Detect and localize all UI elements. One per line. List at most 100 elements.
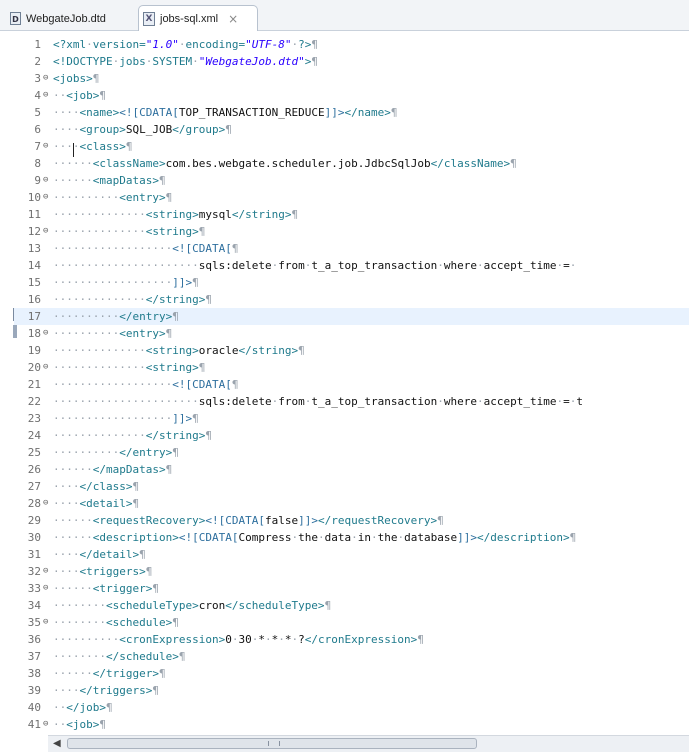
fold-toggle-icon[interactable]: ⊖ [43,325,52,342]
line-text: ······················sqls:delete·from·t… [53,395,583,408]
xml-file-icon: X [143,12,155,26]
fold-toggle-icon[interactable]: ⊖ [43,70,52,87]
code-line[interactable]: 8 ······<className>com.bes.webgate.schedu… [14,155,689,172]
code-line[interactable]: 14 ······················sqls:delete·from… [14,257,689,274]
horizontal-scrollbar[interactable]: ◀ [48,735,689,752]
line-number: 3 [34,72,41,85]
line-number: 37 [27,650,41,663]
code-area[interactable]: 1 <?xml·version="1.0"·encoding="UTF-8"·?>… [14,36,689,733]
tab-jobs-sql-xml[interactable]: X jobs-sql.xml × [138,5,258,32]
line-number: 38 [27,667,41,680]
text-cursor [73,143,74,157]
line-number: 27 [27,480,41,493]
line-text: ··················]]>¶ [53,412,199,425]
code-line[interactable]: 13 ··················<![CDATA[¶ [14,240,689,257]
code-line[interactable]: 34 ········<scheduleType>cron</scheduleTy… [14,597,689,614]
code-line[interactable]: 32 ⊖ ····<triggers>¶ [14,563,689,580]
code-line[interactable]: 3 ⊖ <jobs>¶ [14,70,689,87]
fold-toggle-icon[interactable]: ⊖ [43,716,52,733]
line-text: <jobs>¶ [53,72,100,85]
fold-toggle-icon[interactable]: ⊖ [43,359,52,376]
code-line[interactable]: 30 ······<description><![CDATA[Compress·t… [14,529,689,546]
line-text: ······<description><![CDATA[Compress·the… [53,531,577,544]
line-number: 8 [34,157,41,170]
line-number: 18 [27,327,41,340]
line-number: 36 [27,633,41,646]
line-number: 10 [27,191,41,204]
line-text: ··········<entry>¶ [53,191,173,204]
fold-toggle-icon[interactable]: ⊖ [43,614,52,631]
code-line[interactable]: 15 ··················]]>¶ [14,274,689,291]
line-text: ········<scheduleType>cron</scheduleType… [53,599,332,612]
line-number: 24 [27,429,41,442]
code-line[interactable]: 25 ··········</entry>¶ [14,444,689,461]
line-number: 13 [27,242,41,255]
line-text: ··············<string>mysql</string>¶ [53,208,299,221]
line-text: ··················<![CDATA[¶ [53,378,239,391]
code-line[interactable]: 26 ······</mapDatas>¶ [14,461,689,478]
line-number: 35 [27,616,41,629]
code-line[interactable]: 27 ····</class>¶ [14,478,689,495]
code-line[interactable]: 36 ··········<cronExpression>0·30·*·*·*·?… [14,631,689,648]
code-line[interactable]: 19 ··············<string>oracle</string>¶ [14,342,689,359]
code-line[interactable]: 31 ····</detail>¶ [14,546,689,563]
code-line[interactable]: 6 ····<group>SQL_JOB</group>¶ [14,121,689,138]
fold-toggle-icon[interactable]: ⊖ [43,563,52,580]
code-line[interactable]: 16 ··············</string>¶ [14,291,689,308]
code-line[interactable]: 17 ··········</entry>¶ [14,308,689,325]
line-number: 12 [27,225,41,238]
code-line[interactable]: 24 ··············</string>¶ [14,427,689,444]
line-text: ····<name><![CDATA[TOP_TRANSACTION_REDUC… [53,106,398,119]
code-line[interactable]: 35 ⊖ ········<schedule>¶ [14,614,689,631]
code-line[interactable]: 11 ··············<string>mysql</string>¶ [14,206,689,223]
code-line[interactable]: 4 ⊖ ··<job>¶ [14,87,689,104]
line-text: ··············<string>¶ [53,361,206,374]
line-number: 41 [27,718,41,731]
code-line[interactable]: 41 ⊖ ··<job>¶ [14,716,689,733]
code-line[interactable]: 21 ··················<![CDATA[¶ [14,376,689,393]
fold-toggle-icon[interactable]: ⊖ [43,87,52,104]
code-line[interactable]: 22 ······················sqls:delete·from… [14,393,689,410]
code-line[interactable]: 20 ⊖ ··············<string>¶ [14,359,689,376]
scroll-left-arrow-icon[interactable]: ◀ [53,738,65,750]
line-text: <!DOCTYPE·jobs·SYSTEM·"WebgateJob.dtd">¶ [53,55,318,68]
line-text: ····<triggers>¶ [53,565,153,578]
line-number: 23 [27,412,41,425]
fold-toggle-icon[interactable]: ⊖ [43,223,52,240]
code-line[interactable]: 39 ····</triggers>¶ [14,682,689,699]
code-line[interactable]: 10 ⊖ ··········<entry>¶ [14,189,689,206]
code-line[interactable]: 1 <?xml·version="1.0"·encoding="UTF-8"·?>… [14,36,689,53]
tab-webgatejob-dtd[interactable]: D WebgateJob.dtd [6,6,130,31]
line-number: 16 [27,293,41,306]
code-line[interactable]: 5 ····<name><![CDATA[TOP_TRANSACTION_REDU… [14,104,689,121]
code-line[interactable]: 7 ⊖ ····<class>¶ [14,138,689,155]
line-text: ····</class>¶ [53,480,140,493]
xml-editor[interactable]: 1 <?xml·version="1.0"·encoding="UTF-8"·?>… [0,31,689,735]
line-number: 15 [27,276,41,289]
code-line[interactable]: 28 ⊖ ····<detail>¶ [14,495,689,512]
fold-toggle-icon[interactable]: ⊖ [43,495,52,512]
code-line[interactable]: 38 ······</trigger>¶ [14,665,689,682]
fold-toggle-icon[interactable]: ⊖ [43,172,52,189]
code-line[interactable]: 12 ⊖ ··············<string>¶ [14,223,689,240]
line-text: ····<class>¶ [53,140,133,153]
fold-toggle-icon[interactable]: ⊖ [43,580,52,597]
line-text: ······<mapDatas>¶ [53,174,166,187]
code-line[interactable]: 2 <!DOCTYPE·jobs·SYSTEM·"WebgateJob.dtd">… [14,53,689,70]
fold-toggle-icon[interactable]: ⊖ [43,189,52,206]
code-line[interactable]: 18 ⊖ ··········<entry>¶ [14,325,689,342]
code-line[interactable]: 23 ··················]]>¶ [14,410,689,427]
line-text: ··········</entry>¶ [53,446,179,459]
code-line[interactable]: 33 ⊖ ······<trigger>¶ [14,580,689,597]
code-line[interactable]: 40 ··</job>¶ [14,699,689,716]
dtd-file-icon: D [10,12,21,25]
line-text: ······<requestRecovery><![CDATA[false]]>… [53,514,444,527]
fold-toggle-icon[interactable]: ⊖ [43,138,52,155]
line-number: 17 [27,310,41,323]
code-line[interactable]: 29 ······<requestRecovery><![CDATA[false]… [14,512,689,529]
code-line[interactable]: 37 ········</schedule>¶ [14,648,689,665]
close-tab-icon[interactable]: × [228,12,238,26]
code-line[interactable]: 9 ⊖ ······<mapDatas>¶ [14,172,689,189]
line-text: ··</job>¶ [53,701,113,714]
scrollbar-thumb[interactable] [67,738,477,749]
